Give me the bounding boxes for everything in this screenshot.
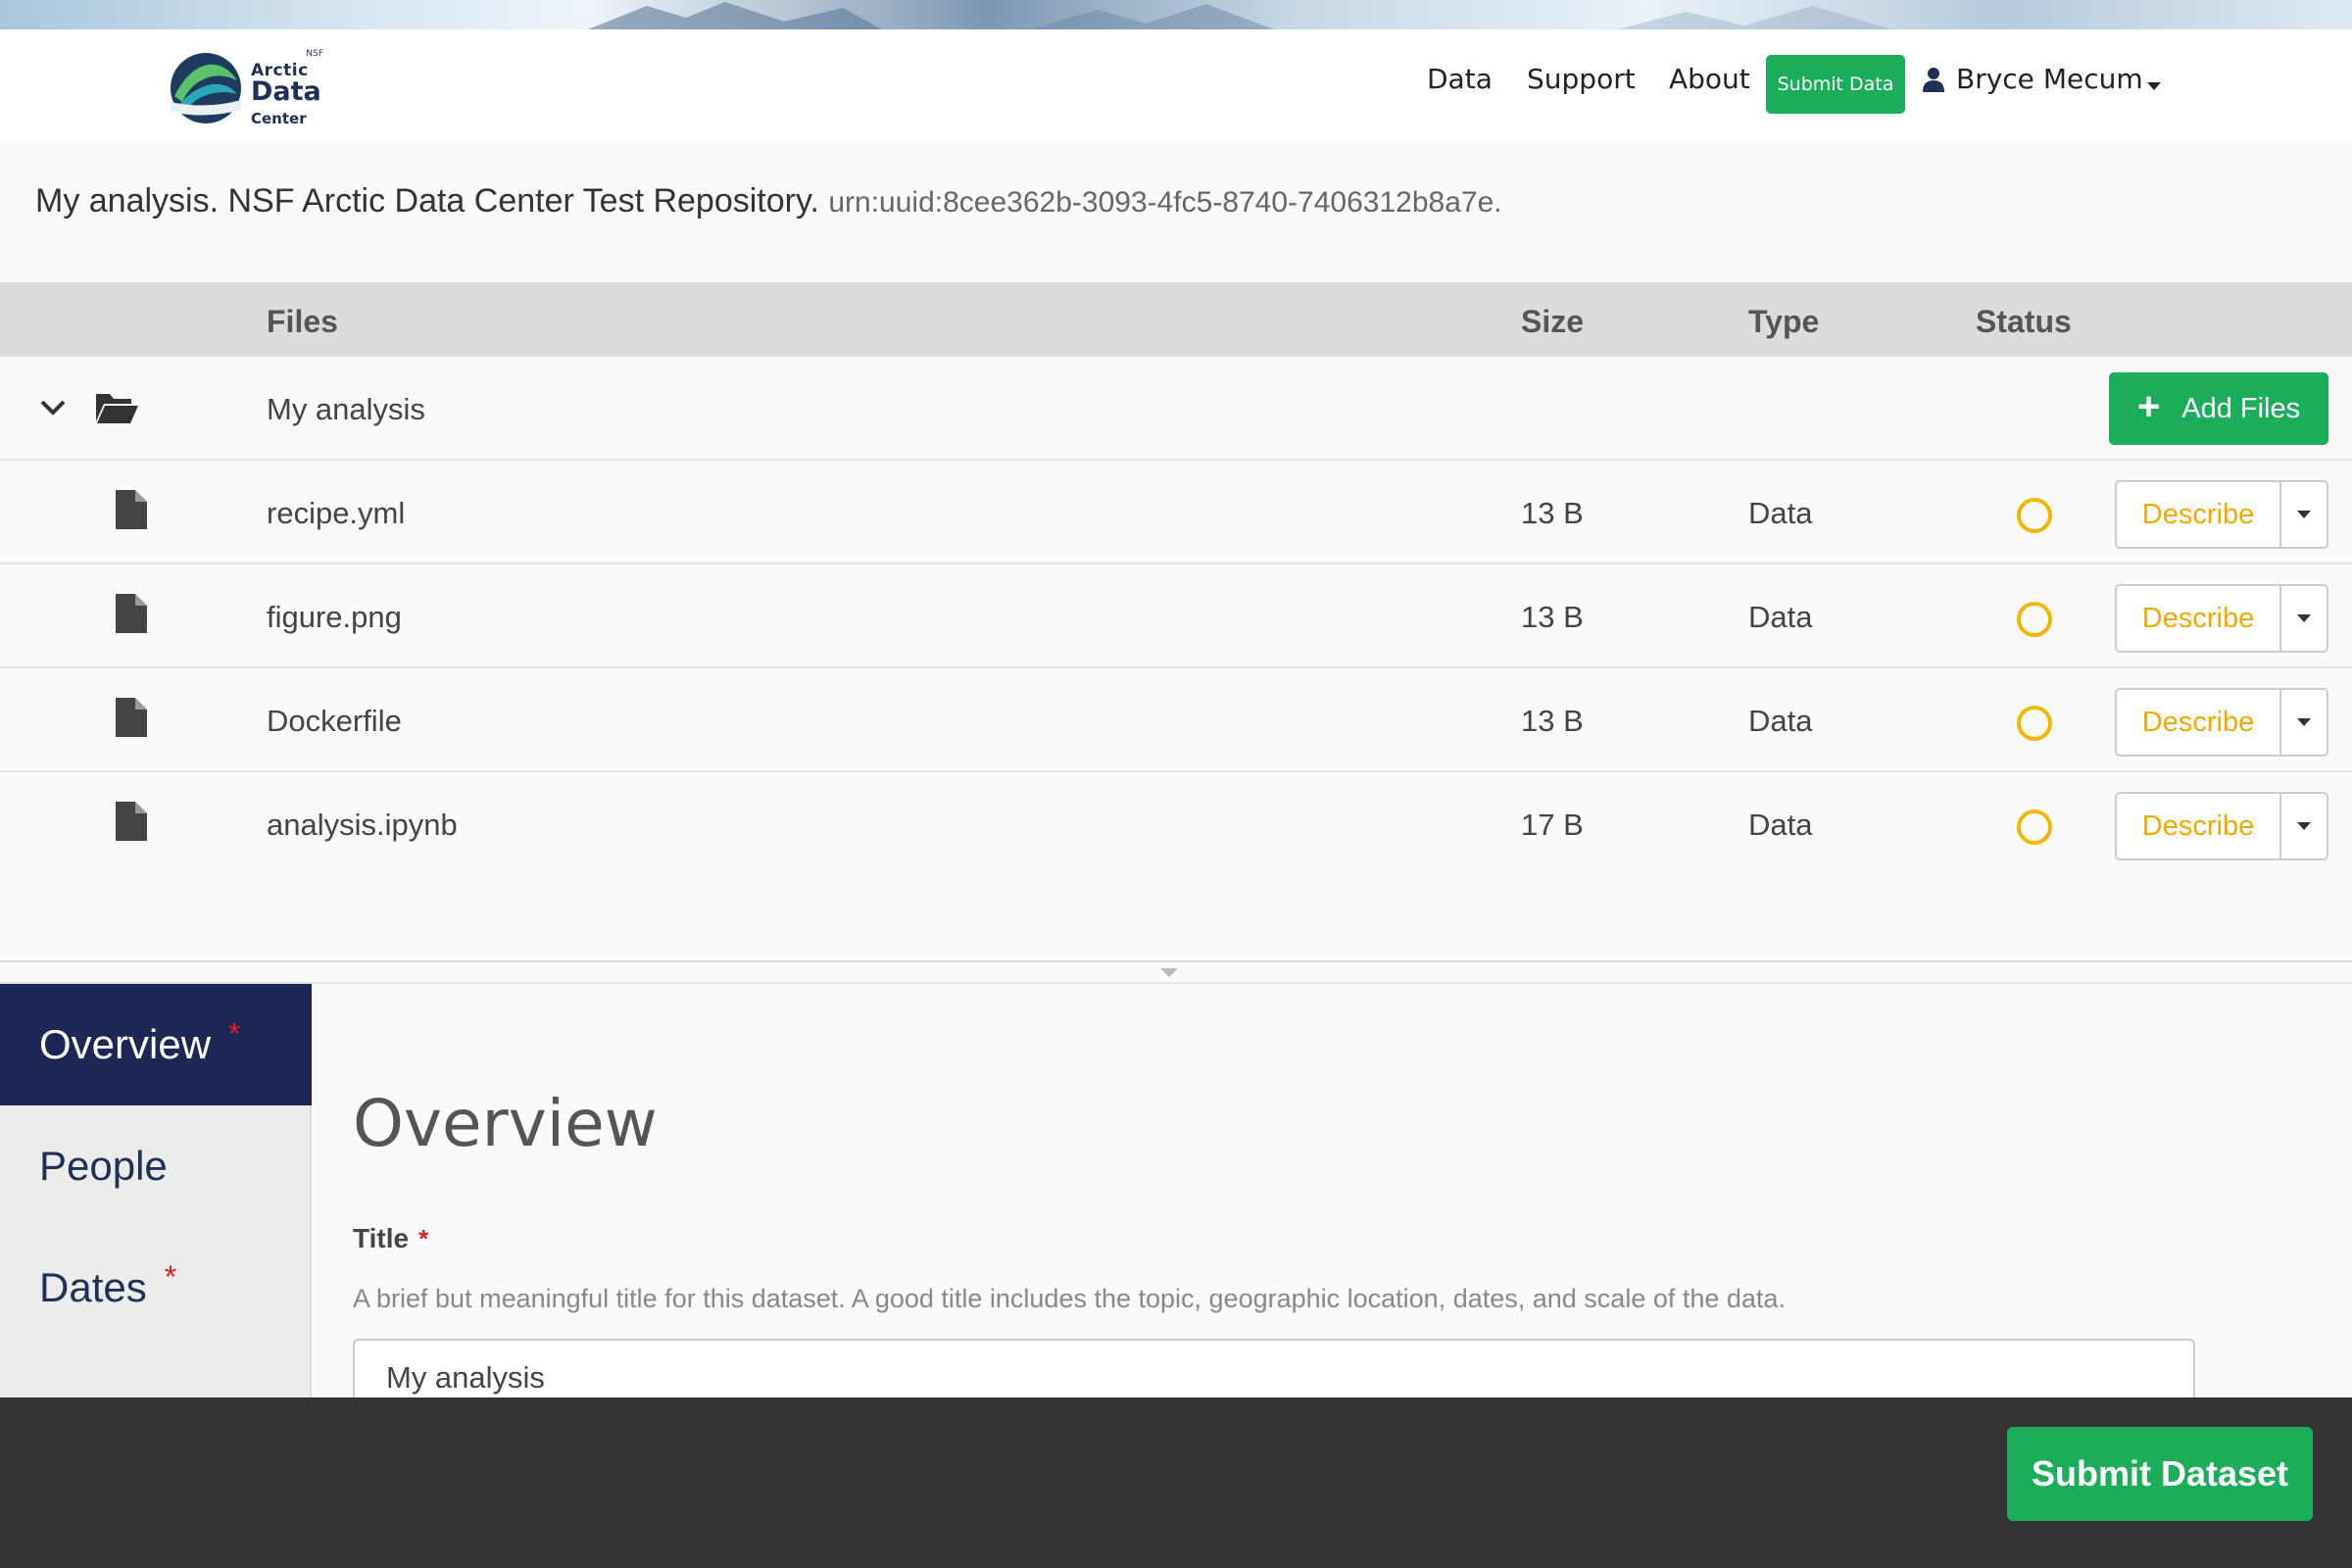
add-files-button[interactable]: + Add Files — [2109, 372, 2328, 445]
required-marker: * — [228, 1015, 241, 1052]
file-icon — [116, 802, 147, 841]
file-type: Data — [1748, 600, 1813, 634]
overview-form: Overview Title * A brief but meaningful t… — [314, 984, 2352, 1417]
logo-nsf: NSF — [306, 49, 323, 59]
caret-down-icon — [2297, 614, 2311, 622]
files-table: Files Size Type Status My analysis + Add… — [0, 282, 2352, 876]
status-pending-icon — [2017, 809, 2052, 845]
table-header: Files Size Type Status — [0, 282, 2352, 357]
logo-center: Center — [251, 110, 307, 127]
file-size: 17 B — [1521, 808, 1584, 842]
describe-button[interactable]: Describe — [2117, 482, 2281, 547]
submit-footer: Submit Dataset — [0, 1397, 2352, 1568]
status-pending-icon — [2017, 498, 2052, 533]
user-name: Bryce Mecum — [1956, 63, 2143, 95]
column-files: Files — [267, 304, 338, 339]
file-icon — [116, 698, 147, 737]
title-label: Title * — [353, 1223, 428, 1254]
caret-down-icon — [2297, 511, 2311, 518]
nav-about-link[interactable]: About — [1669, 63, 1750, 95]
sidebar-item-label: People — [39, 1143, 168, 1189]
describe-dropdown-toggle[interactable] — [2281, 586, 2327, 651]
plus-icon: + — [2136, 385, 2161, 428]
package-title: My analysis. NSF Arctic Data Center Test… — [35, 182, 1502, 220]
submit-data-button[interactable]: Submit Data — [1766, 55, 1905, 114]
submit-dataset-button[interactable]: Submit Dataset — [2007, 1427, 2313, 1521]
table-row[interactable]: recipe.yml 13 B Data Describe — [0, 461, 2352, 564]
panel-divider — [0, 960, 2352, 962]
file-type: Data — [1748, 496, 1813, 530]
describe-button-group: Describe — [2115, 480, 2328, 549]
file-size: 13 B — [1521, 704, 1584, 738]
package-identifier: urn:uuid:8cee362b-3093-4fc5-8740-7406312… — [828, 186, 1502, 219]
sidebar-item-overview[interactable]: Overview * — [0, 984, 312, 1105]
file-icon — [116, 490, 147, 529]
user-icon — [1923, 67, 1944, 92]
column-status: Status — [1976, 304, 2072, 339]
table-row[interactable]: Dockerfile 13 B Data Describe — [0, 668, 2352, 772]
caret-down-icon — [2297, 718, 2311, 726]
file-name: analysis.ipynb — [267, 808, 458, 842]
nav-data-link[interactable]: Data — [1427, 63, 1493, 95]
title-help-text: A brief but meaningful title for this da… — [353, 1284, 1786, 1313]
site-header: NSF Arctic Data Center Data Support Abou… — [0, 29, 2352, 141]
section-sidebar: Overview * People Dates * — [0, 984, 312, 1397]
aurora-logo-icon — [171, 53, 241, 123]
folder-row[interactable]: My analysis + Add Files — [0, 357, 2352, 461]
sidebar-item-dates[interactable]: Dates * — [0, 1227, 312, 1348]
describe-button-group: Describe — [2115, 688, 2328, 757]
column-type: Type — [1748, 304, 1820, 339]
status-pending-icon — [2017, 602, 2052, 637]
folder-open-icon — [96, 394, 138, 423]
file-type: Data — [1748, 704, 1813, 738]
describe-dropdown-toggle[interactable] — [2281, 482, 2327, 547]
chevron-down-icon[interactable] — [39, 398, 67, 417]
describe-button-group: Describe — [2115, 584, 2328, 653]
table-row[interactable]: analysis.ipynb 17 B Data Describe — [0, 772, 2352, 876]
chevron-down-icon — [2146, 81, 2161, 90]
nav-support-link[interactable]: Support — [1527, 63, 1636, 95]
arctic-data-center-logo[interactable]: NSF Arctic Data Center — [169, 47, 325, 129]
mountain-banner — [0, 0, 2352, 29]
add-files-label: Add Files — [2181, 392, 2301, 424]
section-heading: Overview — [353, 1086, 658, 1161]
package-title-text: My analysis. NSF Arctic Data Center Test… — [35, 182, 819, 220]
describe-dropdown-toggle[interactable] — [2281, 690, 2327, 755]
file-size: 13 B — [1521, 496, 1584, 530]
describe-button[interactable]: Describe — [2117, 794, 2281, 858]
sidebar-item-people[interactable]: People — [0, 1105, 312, 1227]
folder-name: My analysis — [267, 392, 425, 426]
sidebar-item-label: Overview — [39, 1021, 212, 1067]
title-label-text: Title — [353, 1223, 410, 1253]
caret-down-icon — [2297, 822, 2311, 830]
resize-handle-icon[interactable] — [1160, 968, 1178, 977]
file-name: recipe.yml — [267, 496, 406, 530]
table-row[interactable]: figure.png 13 B Data Describe — [0, 564, 2352, 668]
file-size: 13 B — [1521, 600, 1584, 634]
required-marker: * — [164, 1258, 177, 1295]
describe-button[interactable]: Describe — [2117, 586, 2281, 651]
user-menu[interactable]: Bryce Mecum — [1923, 63, 2161, 95]
file-type: Data — [1748, 808, 1813, 842]
logo-wordmark: NSF Arctic Data Center — [251, 47, 329, 129]
describe-dropdown-toggle[interactable] — [2281, 794, 2327, 858]
sidebar-item-label: Dates — [39, 1264, 147, 1310]
file-name: figure.png — [267, 600, 402, 634]
logo-data: Data — [251, 76, 321, 107]
column-size: Size — [1521, 304, 1585, 339]
describe-button-group: Describe — [2115, 792, 2328, 860]
status-pending-icon — [2017, 706, 2052, 741]
required-marker: * — [418, 1224, 429, 1253]
file-icon — [116, 594, 147, 633]
describe-button[interactable]: Describe — [2117, 690, 2281, 755]
file-name: Dockerfile — [267, 704, 402, 738]
